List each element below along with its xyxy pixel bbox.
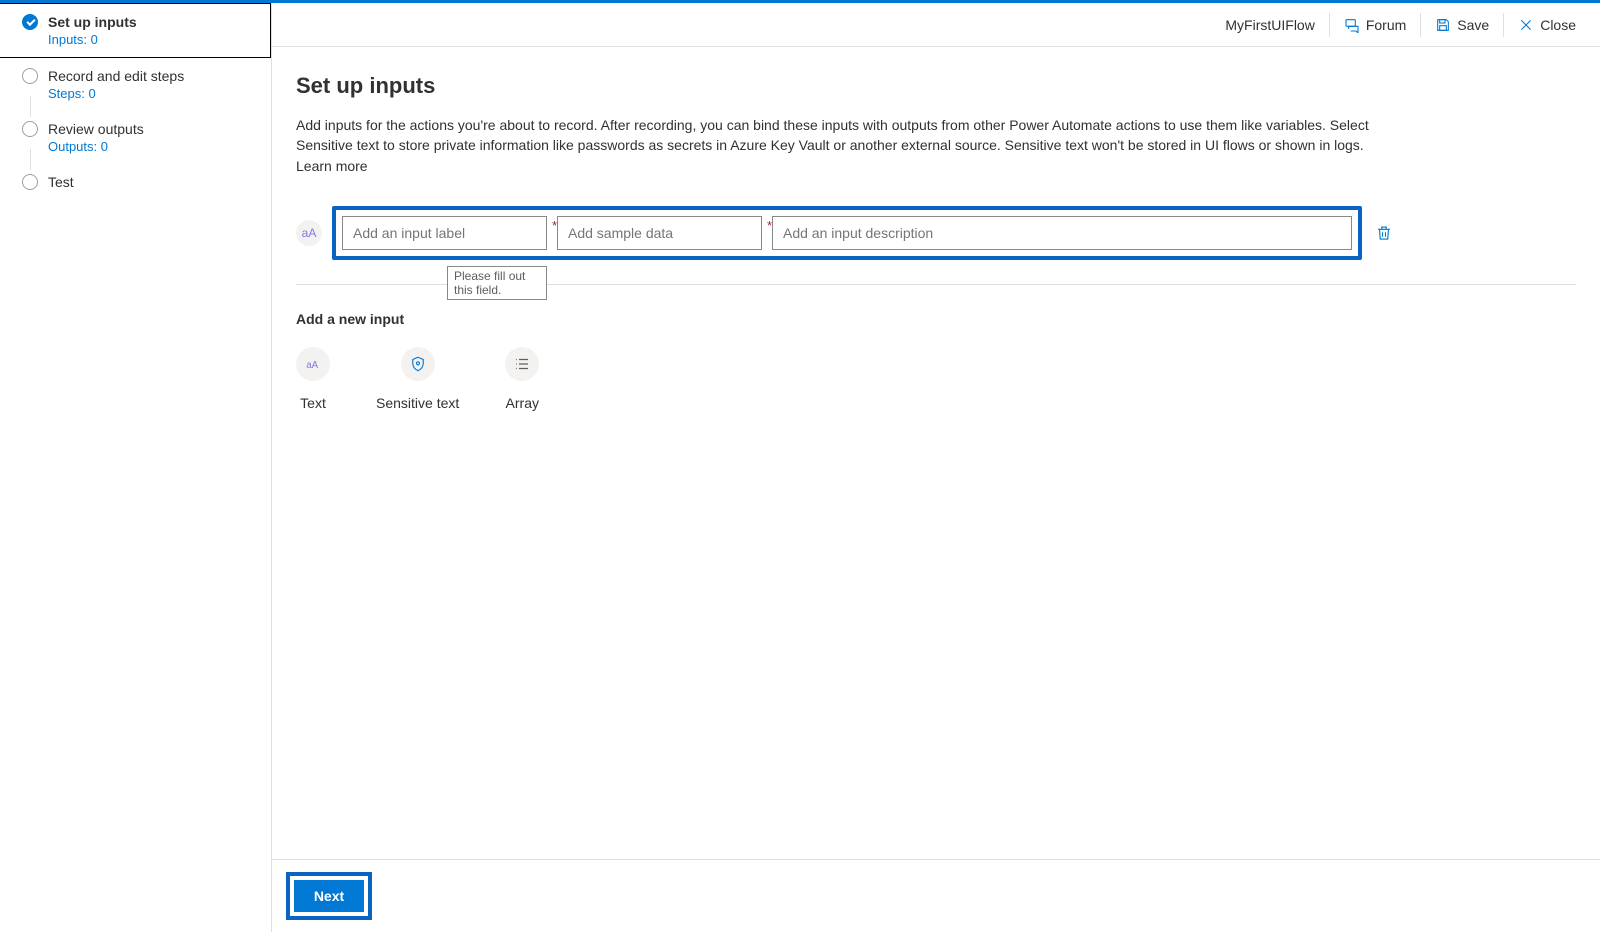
step-title: Test: [48, 174, 74, 190]
wizard-step-record[interactable]: Record and edit steps Steps: 0: [0, 58, 271, 111]
step-title: Set up inputs: [48, 14, 137, 30]
input-type-options: aA Text Sensitive text Array: [296, 347, 1576, 411]
flow-name: MyFirstUIFlow: [1211, 17, 1328, 33]
app-root: Set up inputs Inputs: 0 Record and edit …: [0, 3, 1600, 932]
wizard-step-outputs[interactable]: Review outputs Outputs: 0: [0, 111, 271, 164]
input-row: aA * Please fill out this field. *: [296, 206, 1576, 285]
add-input-heading: Add a new input: [296, 311, 1576, 327]
top-toolbar: MyFirstUIFlow Forum Save Close: [272, 3, 1600, 47]
save-button[interactable]: Save: [1421, 3, 1503, 46]
page-description: Add inputs for the actions you're about …: [296, 115, 1396, 176]
add-array-input[interactable]: Array: [505, 347, 539, 411]
add-text-input[interactable]: aA Text: [296, 347, 330, 411]
step-subtext: Outputs: 0: [48, 139, 257, 154]
step-title: Record and edit steps: [48, 68, 184, 84]
step-subtext: Steps: 0: [48, 86, 257, 101]
step-checkmark-icon: [22, 14, 38, 30]
step-title: Review outputs: [48, 121, 144, 137]
add-sensitive-input[interactable]: Sensitive text: [376, 347, 459, 411]
input-description-field[interactable]: [772, 216, 1352, 250]
save-label: Save: [1457, 17, 1489, 33]
text-type-badge: aA: [296, 220, 322, 246]
next-highlight: Next: [286, 872, 372, 920]
validation-tooltip: Please fill out this field.: [447, 266, 547, 300]
main-panel: MyFirstUIFlow Forum Save Close Set up in…: [272, 3, 1600, 932]
close-label: Close: [1540, 17, 1576, 33]
footer-bar: Next: [272, 859, 1600, 932]
wizard-sidebar: Set up inputs Inputs: 0 Record and edit …: [0, 3, 272, 932]
content-area: Set up inputs Add inputs for the actions…: [272, 47, 1600, 859]
step-circle-icon: [22, 68, 38, 84]
page-title: Set up inputs: [296, 73, 1576, 99]
option-label: Sensitive text: [376, 395, 459, 411]
delete-input-button[interactable]: [1372, 221, 1396, 245]
text-icon: aA: [304, 355, 322, 373]
save-icon: [1435, 17, 1451, 33]
step-circle-icon: [22, 174, 38, 190]
close-button[interactable]: Close: [1504, 3, 1590, 46]
option-label: Text: [300, 395, 326, 411]
list-icon: [513, 355, 531, 373]
step-subtext: Inputs: 0: [48, 32, 256, 47]
close-icon: [1518, 17, 1534, 33]
shield-icon: [409, 355, 427, 373]
forum-button[interactable]: Forum: [1330, 3, 1420, 46]
option-label: Array: [506, 395, 539, 411]
step-circle-icon: [22, 121, 38, 137]
forum-icon: [1344, 17, 1360, 33]
svg-text:aA: aA: [306, 360, 318, 371]
wizard-step-test[interactable]: Test: [0, 164, 271, 200]
input-card: * Please fill out this field. *: [332, 206, 1362, 260]
input-label-field[interactable]: [342, 216, 547, 250]
next-button[interactable]: Next: [294, 880, 364, 912]
wizard-step-inputs[interactable]: Set up inputs Inputs: 0: [0, 3, 271, 58]
sample-data-field[interactable]: [557, 216, 762, 250]
trash-icon: [1375, 224, 1393, 242]
forum-label: Forum: [1366, 17, 1406, 33]
